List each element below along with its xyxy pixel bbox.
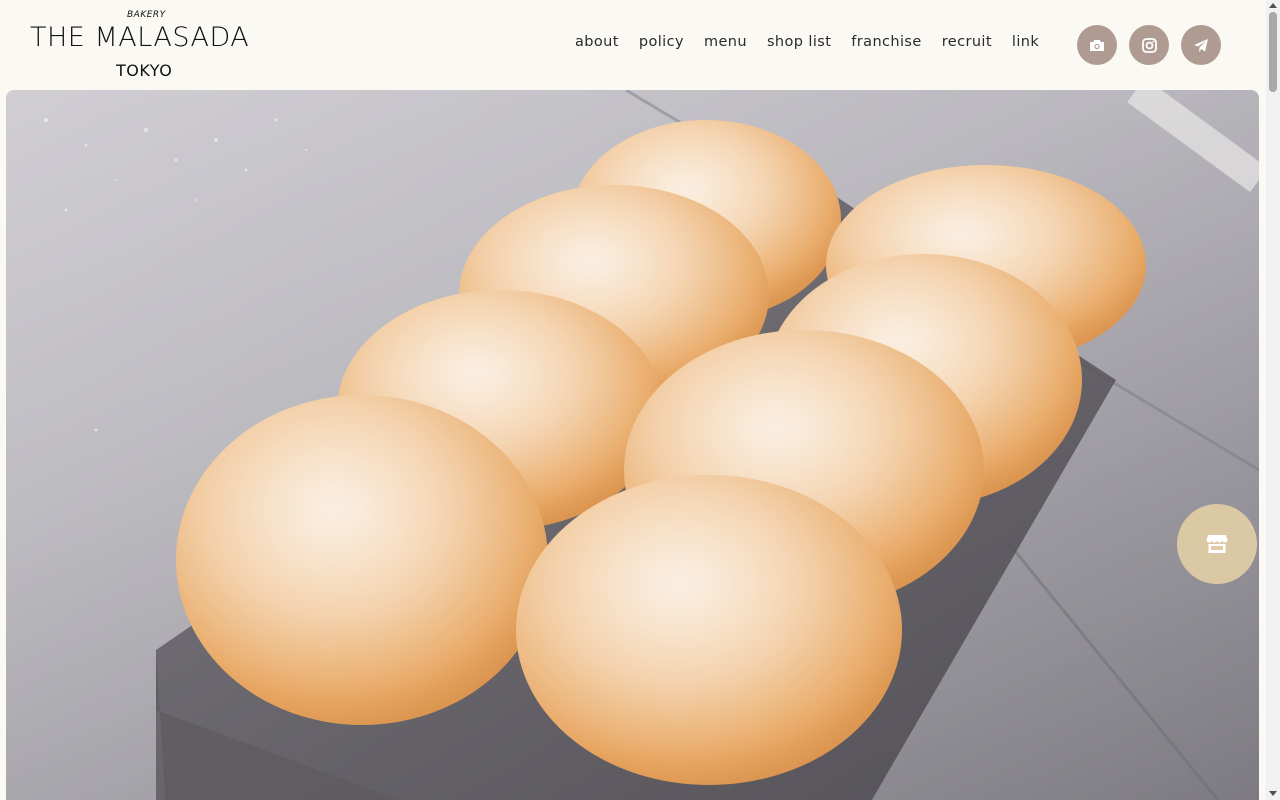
shop-icon: [1206, 535, 1228, 553]
hero-image: [6, 90, 1259, 800]
site-header: BAKERY THE MALASADA TOKYO about policy m…: [0, 0, 1266, 90]
paper-plane-button[interactable]: [1181, 25, 1221, 65]
paper-plane-icon: [1194, 38, 1208, 52]
main-nav: about policy menu shop list franchise re…: [575, 34, 1059, 50]
nav-item-menu[interactable]: menu: [704, 34, 747, 50]
instagram-icon: [1141, 37, 1157, 53]
logo-sub-text: TOKYO: [116, 61, 173, 80]
nav-item-shop-list[interactable]: shop list: [767, 34, 831, 50]
nav-item-franchise[interactable]: franchise: [851, 34, 921, 50]
scroll-thumb[interactable]: [1269, 12, 1277, 92]
page-scrollbar[interactable]: [1266, 0, 1280, 800]
nav-item-recruit[interactable]: recruit: [942, 34, 992, 50]
shop-floating-button[interactable]: [1177, 504, 1257, 584]
nav-item-policy[interactable]: policy: [639, 34, 684, 50]
logo-bakery-text: BAKERY: [127, 10, 166, 20]
site-logo[interactable]: BAKERY THE MALASADA TOKYO: [30, 8, 266, 82]
scroll-up-arrow-icon[interactable]: [1269, 3, 1277, 8]
nav-item-link[interactable]: link: [1012, 34, 1039, 50]
malasada-photo: [6, 90, 1259, 800]
scroll-down-arrow-icon[interactable]: [1269, 791, 1277, 796]
nav-item-about[interactable]: about: [575, 34, 619, 50]
camera-icon: [1090, 39, 1104, 51]
logo-main-text: THE MALASADA: [30, 22, 250, 53]
camera-button[interactable]: [1077, 25, 1117, 65]
instagram-button[interactable]: [1129, 25, 1169, 65]
